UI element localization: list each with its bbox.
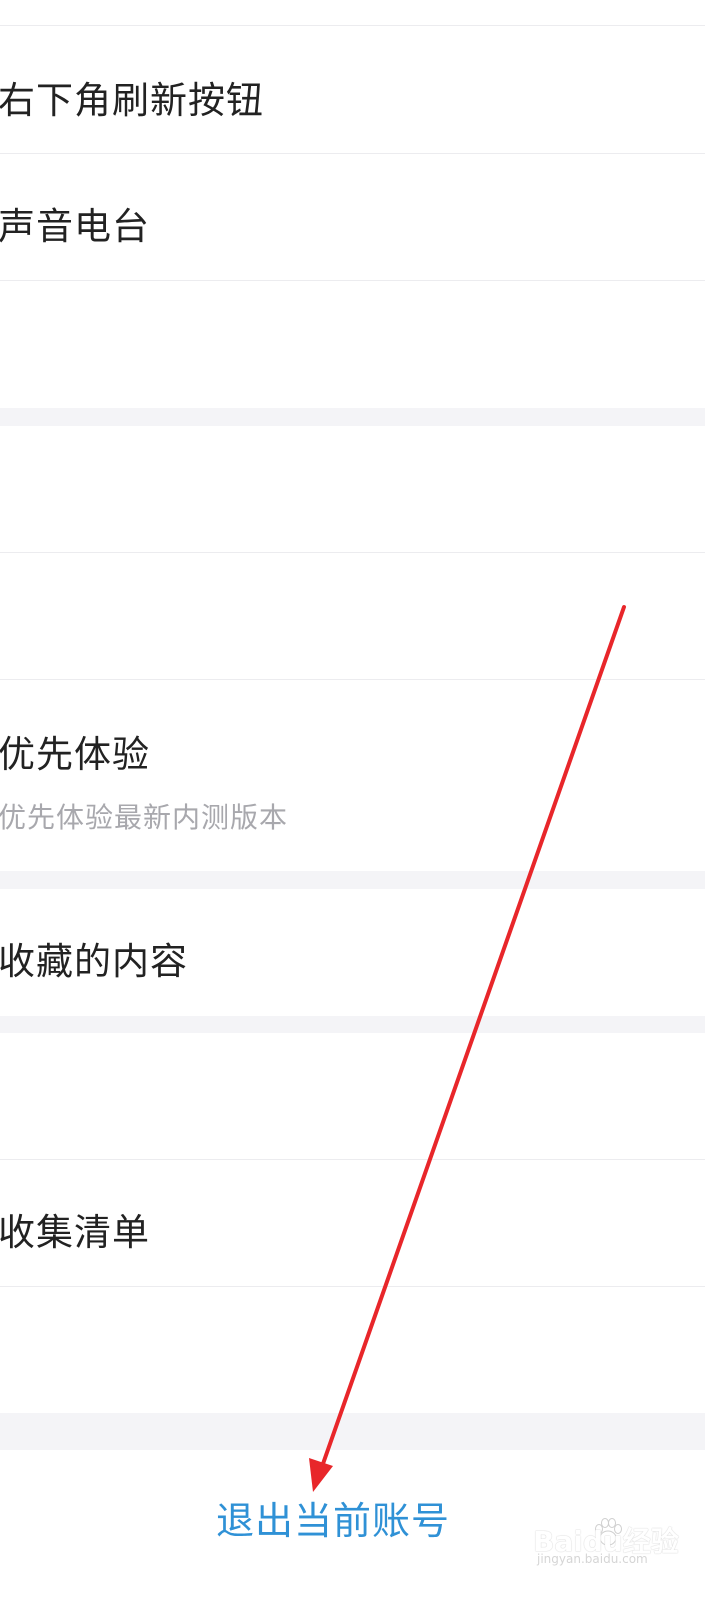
settings-row-label: 收集清单 <box>0 1211 150 1254</box>
settings-row-blank-3[interactable] <box>0 553 705 680</box>
settings-row-priority-experience[interactable]: 优先体验 优先体验最新内测版本 <box>0 680 705 871</box>
settings-row-top-partial[interactable] <box>0 0 705 26</box>
settings-row-label: 声音电台 <box>0 205 150 248</box>
settings-row-blank-5[interactable] <box>0 1287 705 1413</box>
settings-row-sublabel: 优先体验最新内测版本 <box>0 801 289 834</box>
settings-row-blank-1[interactable] <box>0 281 705 408</box>
watermark-url: jingyan.baidu.com <box>537 1552 648 1566</box>
watermark-logo: Baidu经验 jingyan.baidu.com <box>531 1518 701 1574</box>
settings-row-blank-4[interactable] <box>0 1033 705 1160</box>
settings-page: 右下角刷新按钮 声音电台 优先体验 优先体验最新内测版本 收藏的内容 收集清单 … <box>0 0 705 1600</box>
logout-button[interactable]: 退出当前账号 <box>216 1490 450 1545</box>
settings-row-label: 右下角刷新按钮 <box>0 79 264 122</box>
settings-section-2: 优先体验 优先体验最新内测版本 <box>0 426 705 871</box>
settings-section-4: 收集清单 <box>0 1033 705 1413</box>
settings-row-label: 收藏的内容 <box>0 940 188 983</box>
settings-row-refresh-button[interactable]: 右下角刷新按钮 <box>0 26 705 154</box>
settings-row-audio-radio[interactable]: 声音电台 <box>0 154 705 281</box>
right-edge-strip <box>705 0 719 1600</box>
settings-section-1: 右下角刷新按钮 声音电台 <box>0 0 705 408</box>
settings-row-label: 优先体验 <box>0 733 150 776</box>
settings-row-favorites[interactable]: 收藏的内容 <box>0 889 705 1016</box>
settings-row-blank-2[interactable] <box>0 426 705 553</box>
settings-row-collection-list[interactable]: 收集清单 <box>0 1160 705 1287</box>
settings-section-3: 收藏的内容 <box>0 889 705 1016</box>
